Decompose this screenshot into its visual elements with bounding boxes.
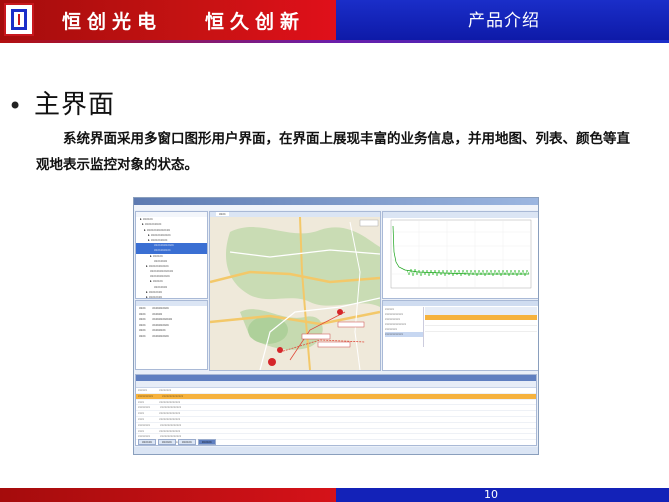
app-properties-panel: ▭▭ ▭▭▭▭▭ ▭▭ ▭▭▭ ▭▭ ▭▭▭▭▭▭ ▭▭ ▭▭▭▭▭ ▭▭ ▭▭… [135, 300, 208, 370]
header-divider [0, 40, 669, 43]
app-map-view: ▭▭ [209, 211, 381, 371]
app-device-tree: ▸ ▭▭▭ ▸ ▭▭▭▭▭ ▸ ▭▭▭▭▭▭▭ ▸ ▭▭▭▭▭▭ ▸ ▭▭▭▭▭… [135, 211, 208, 299]
app-bottom-tabs: ▭▭▭ ▭▭▭ ▭▭▭ ▭▭▭ [138, 439, 218, 445]
section-description: 系统界面采用多窗口图形用户界面，在界面上展现丰富的业务信息，并用地图、列表、颜色… [36, 131, 630, 173]
page-number: 10 [484, 488, 498, 501]
app-screenshot: ▸ ▭▭▭ ▸ ▭▭▭▭▭ ▸ ▭▭▭▭▭▭▭ ▸ ▭▭▭▭▭▭ ▸ ▭▭▭▭▭… [133, 197, 539, 455]
otdr-trace-image [383, 212, 538, 289]
header-bar: 恒创光电 恒久创新 产品介绍 [0, 0, 669, 40]
footer-blue-band [336, 488, 669, 502]
brand-slogan-left: 恒创光电 [62, 11, 163, 33]
app-trace-graph [382, 211, 538, 299]
brand-slogan-right: 恒久创新 [205, 11, 306, 33]
company-logo-icon [4, 3, 34, 36]
map-tab-strip: ▭▭ [210, 212, 380, 217]
app-titlebar [134, 198, 538, 205]
app-event-panel: ▭▭▭ ▭▭▭▭▭▭ ▭▭▭▭▭ ▭▭▭▭▭▭▭ ▭▭▭▭ ▭▭▭▭▭▭ [382, 300, 538, 371]
app-alarm-list: ▭▭▭ ▭▭▭▭ ▭▭▭▭▭ ▭▭▭▭▭▭▭ ▭▭ ▭▭▭▭▭▭▭ ▭▭▭▭ ▭… [135, 374, 537, 446]
page-title: 产品介绍 [468, 11, 540, 31]
section-heading: 主界面 [34, 90, 116, 120]
app-statusbar [134, 447, 538, 454]
map-image [210, 216, 380, 370]
bullet-mark: • [8, 92, 23, 120]
app-menubar [134, 205, 538, 210]
footer-red-band [0, 488, 336, 502]
